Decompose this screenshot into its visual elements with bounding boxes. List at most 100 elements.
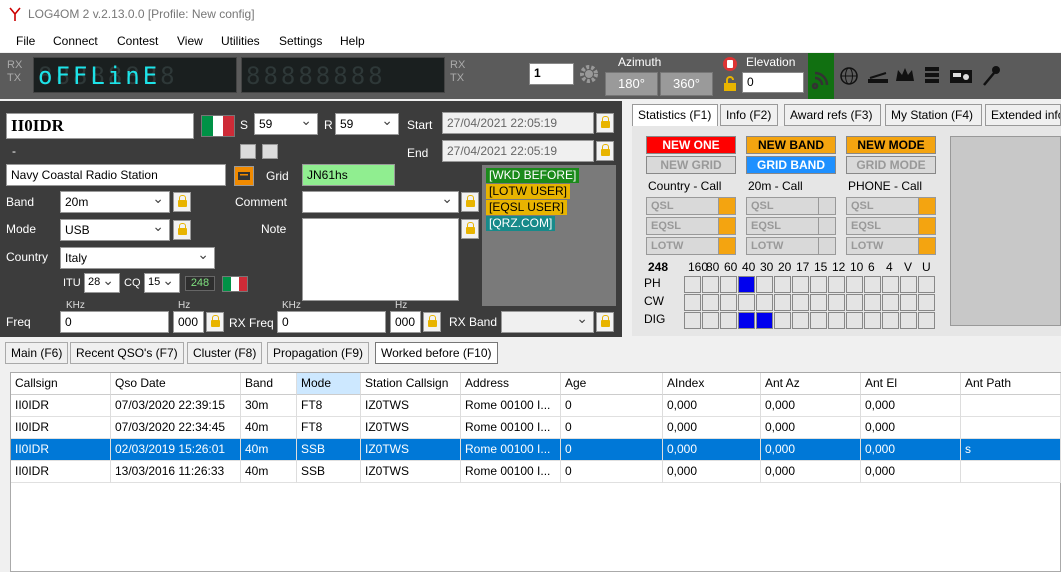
start-time-input[interactable]: 27/04/2021 22:05:19 bbox=[442, 112, 594, 134]
band-mode-grid: 160 80 60 40 30 20 17 15 12 10 6 4 V U PH CW DIG bbox=[632, 126, 950, 336]
band-header: V bbox=[904, 260, 913, 274]
azimuth-180-button[interactable]: 180° bbox=[605, 72, 658, 96]
mode-lock-button[interactable] bbox=[173, 220, 191, 240]
table-row[interactable]: II0IDR 13/03/2016 11:26:33 40m SSB IZ0TWS Rom… bbox=[11, 461, 1061, 483]
column-header[interactable]: Ant Path bbox=[961, 373, 1061, 395]
rxfreq-lock-button[interactable] bbox=[423, 312, 441, 332]
band-mode-cell bbox=[900, 312, 917, 329]
menu-help[interactable]: Help bbox=[340, 34, 365, 48]
callsign-input[interactable]: II0IDR bbox=[6, 113, 194, 139]
band-select[interactable]: 20m bbox=[60, 191, 170, 213]
band-lock-button[interactable] bbox=[173, 192, 191, 212]
column-header[interactable]: Callsign bbox=[11, 373, 111, 395]
table-row[interactable]: II0IDR 07/03/2020 22:39:15 30m FT8 IZ0TWS Rom… bbox=[11, 395, 1061, 417]
column-header[interactable]: Band bbox=[241, 373, 297, 395]
band-header: 12 bbox=[832, 260, 846, 274]
table-cell: Rome 00100 I... bbox=[461, 461, 561, 483]
rst-sent-select[interactable]: 59 bbox=[254, 113, 318, 135]
wkd-before-badge: [WKD BEFORE] bbox=[486, 168, 580, 183]
column-header[interactable]: Station Callsign bbox=[361, 373, 461, 395]
rst-rcvd-select[interactable]: 59 bbox=[335, 113, 399, 135]
column-header[interactable]: AIndex bbox=[663, 373, 761, 395]
checkbox-2[interactable] bbox=[262, 144, 278, 159]
tab-award-refs[interactable]: Award refs (F3) bbox=[784, 104, 881, 126]
tab-extended-info[interactable]: Extended info bbox=[985, 104, 1061, 126]
table-row[interactable]: II0IDR 02/03/2019 15:26:01 40m SSB IZ0TWS Rom… bbox=[11, 439, 1061, 461]
freq-lock-button[interactable] bbox=[206, 312, 224, 332]
end-time-input[interactable]: 27/04/2021 22:05:19 bbox=[442, 140, 594, 162]
note-lock-button[interactable] bbox=[461, 219, 479, 239]
tx-label: TX bbox=[7, 72, 22, 84]
server-icon[interactable] bbox=[924, 65, 940, 85]
elevation-input[interactable]: 0 bbox=[742, 72, 804, 93]
table-cell: 0 bbox=[561, 461, 663, 483]
band-header: 20 bbox=[778, 260, 792, 274]
start-lock-button[interactable] bbox=[596, 113, 614, 133]
stop-hand-icon[interactable] bbox=[722, 56, 738, 72]
menu-file[interactable]: File bbox=[16, 34, 35, 48]
comment-lock-button[interactable] bbox=[461, 192, 479, 212]
freq-hz-input[interactable]: 000 bbox=[173, 311, 204, 333]
column-header[interactable]: Ant El bbox=[861, 373, 961, 395]
padlock-icon[interactable] bbox=[723, 76, 737, 92]
frequency-display: 88888888 oFFLinE bbox=[33, 57, 237, 93]
tab-worked-before[interactable]: Worked before (F10) bbox=[375, 342, 498, 364]
tab-main[interactable]: Main (F6) bbox=[5, 342, 69, 364]
checkbox-1[interactable] bbox=[240, 144, 256, 159]
microphone-icon[interactable] bbox=[980, 63, 1002, 87]
rxband-lock-button[interactable] bbox=[596, 312, 614, 332]
rxfreq-hz-input[interactable]: 000 bbox=[390, 311, 421, 333]
band-mode-cell bbox=[864, 312, 881, 329]
table-cell: 0,000 bbox=[861, 439, 961, 461]
freq-input[interactable]: 0 bbox=[60, 311, 169, 333]
band-mode-cell bbox=[864, 294, 881, 311]
table-cell: IZ0TWS bbox=[361, 439, 461, 461]
table-row[interactable]: II0IDR 07/03/2020 22:34:45 40m FT8 IZ0TWS Rom… bbox=[11, 417, 1061, 439]
note-textarea[interactable] bbox=[302, 218, 459, 301]
column-header[interactable]: Qso Date bbox=[111, 373, 241, 395]
band-mode-cell bbox=[882, 276, 899, 293]
country-select[interactable]: Italy bbox=[60, 247, 215, 269]
band-header: 4 bbox=[886, 260, 893, 274]
itu-select[interactable]: 28 bbox=[84, 273, 120, 293]
column-header[interactable]: Address bbox=[461, 373, 561, 395]
rxfreq-input[interactable]: 0 bbox=[277, 311, 386, 333]
band-mode-cell bbox=[828, 312, 845, 329]
menu-settings[interactable]: Settings bbox=[279, 34, 322, 48]
tab-recent-qsos[interactable]: Recent QSO's (F7) bbox=[70, 342, 184, 364]
crown-icon[interactable] bbox=[894, 65, 916, 85]
end-label: End bbox=[407, 146, 429, 160]
comment-input[interactable] bbox=[302, 191, 459, 213]
telegraph-key-icon[interactable] bbox=[866, 67, 890, 85]
lookup-button[interactable] bbox=[234, 166, 254, 186]
column-header[interactable]: Mode bbox=[297, 373, 361, 395]
mode-select[interactable]: USB bbox=[60, 219, 170, 241]
end-lock-button[interactable] bbox=[596, 141, 614, 161]
tab-cluster[interactable]: Cluster (F8) bbox=[187, 342, 263, 364]
radio-icon[interactable] bbox=[949, 66, 973, 84]
menu-view[interactable]: View bbox=[177, 34, 203, 48]
radio-number-spinner[interactable]: 1 bbox=[529, 63, 574, 85]
menu-utilities[interactable]: Utilities bbox=[221, 34, 260, 48]
table-cell bbox=[961, 417, 1061, 439]
tab-statistics[interactable]: Statistics (F1) bbox=[632, 104, 718, 126]
grid-input[interactable]: JN61hs bbox=[302, 164, 395, 186]
column-header[interactable]: Ant Az bbox=[761, 373, 861, 395]
band-header: 30 bbox=[760, 260, 774, 274]
connection-status[interactable] bbox=[808, 53, 834, 99]
menu-contest[interactable]: Contest bbox=[117, 34, 158, 48]
name-input[interactable]: Navy Coastal Radio Station bbox=[6, 164, 226, 186]
globe-icon[interactable] bbox=[840, 67, 858, 85]
gear-icon[interactable] bbox=[578, 63, 600, 85]
menu-connect[interactable]: Connect bbox=[53, 34, 98, 48]
tab-info[interactable]: Info (F2) bbox=[720, 104, 778, 126]
tab-propagation[interactable]: Propagation (F9) bbox=[267, 342, 370, 364]
column-header[interactable]: Age bbox=[561, 373, 663, 395]
band-mode-cell bbox=[882, 312, 899, 329]
azimuth-360-button[interactable]: 360° bbox=[660, 72, 713, 96]
band-mode-cell bbox=[792, 276, 809, 293]
table-cell: 0,000 bbox=[663, 461, 761, 483]
tab-my-station[interactable]: My Station (F4) bbox=[885, 104, 982, 126]
rxband-select[interactable] bbox=[501, 311, 594, 333]
cq-select[interactable]: 15 bbox=[144, 273, 180, 293]
